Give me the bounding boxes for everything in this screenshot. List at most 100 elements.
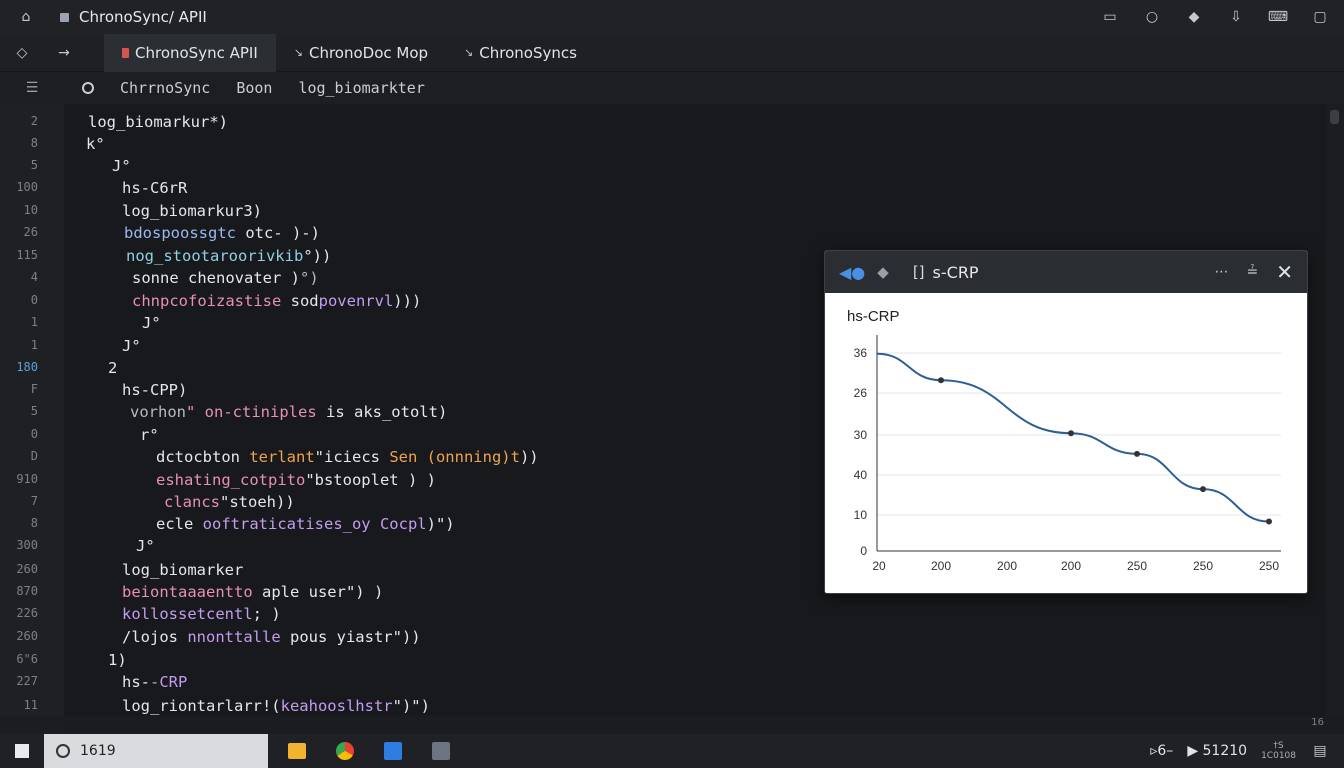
breadcrumb: ☰ ChrrnoSync Boon log_biomarkter: [0, 72, 1344, 104]
code-token: sod: [281, 292, 319, 310]
window-icon[interactable]: ▢: [1310, 7, 1330, 27]
tab-chronodoc-map[interactable]: ↘ ChronoDoc Mop: [276, 34, 446, 72]
code-line: 2: [108, 358, 117, 378]
circle-icon[interactable]: ○: [1142, 7, 1162, 27]
code-token: dctocbton: [156, 448, 250, 466]
code-line: log_biomarker: [122, 560, 243, 580]
line-number: 6"6: [16, 652, 38, 666]
back-arrow-icon[interactable]: ◀●: [839, 263, 865, 282]
y-tick-label: 30: [854, 428, 868, 442]
forward-arrow-icon[interactable]: →: [54, 43, 74, 63]
code-token: keahooslhstr: [280, 697, 393, 715]
data-point: [938, 377, 944, 384]
file-icon: [122, 47, 129, 58]
code-token: J°: [136, 537, 155, 555]
code-line: bdospoossgtc otc- )-): [124, 223, 320, 243]
data-point: [1068, 430, 1074, 437]
line-number: 1: [30, 315, 38, 329]
minimize-icon[interactable]: ≟: [1247, 264, 1259, 280]
code-line: nog_stootaroorivkib°)): [126, 246, 331, 266]
tray-clock[interactable]: ▶ 51210: [1187, 743, 1247, 759]
tab-chronosyncs[interactable]: ↘ ChronoSyncs: [446, 34, 595, 72]
store-app-icon[interactable]: [380, 738, 406, 764]
diamond-icon[interactable]: ◆: [877, 263, 889, 281]
line-number: 5: [30, 158, 38, 172]
scrollbar-thumb[interactable]: [1330, 110, 1339, 124]
x-tick-label: 200: [1061, 559, 1081, 573]
code-line: k°: [86, 134, 105, 154]
menu-icon[interactable]: ☰: [0, 80, 64, 96]
x-tick-label: 250: [1259, 559, 1279, 573]
tray-status[interactable]: ▹6–: [1150, 743, 1173, 759]
taskbar: 1619 ▹6– ▶ 51210 †S 1C0108 ▤: [0, 734, 1344, 768]
tray-date[interactable]: †S 1C0108: [1261, 741, 1296, 761]
y-tick-label: 26: [854, 386, 868, 400]
code-token: vorhon: [130, 403, 186, 421]
chart-title: hs-CRP: [847, 308, 900, 325]
taskbar-search[interactable]: 1619: [44, 734, 268, 768]
code-token: hs-C6rR: [122, 179, 188, 197]
chrome-app-icon[interactable]: [332, 738, 358, 764]
breadcrumb-item[interactable]: Boon: [236, 79, 272, 97]
code-line: hs--CRP: [122, 672, 187, 692]
line-number: 0: [30, 293, 38, 307]
code-token: )"): [426, 515, 455, 533]
start-button[interactable]: [0, 744, 44, 758]
code-line: vorhon" on-ctiniples is aks_otolt): [130, 402, 447, 422]
x-tick-label: 20: [872, 559, 886, 573]
tab-label: ChronoDoc Mop: [308, 43, 429, 62]
close-icon[interactable]: ✕: [1276, 260, 1293, 284]
code-token: aple user") ): [252, 583, 384, 601]
code-token: nog_stootaroorivkib: [126, 247, 304, 265]
back-icon[interactable]: ◇: [12, 43, 32, 63]
folder-app-icon[interactable]: [284, 738, 310, 764]
vertical-scrollbar[interactable]: [1326, 104, 1344, 716]
code-token: J°: [142, 314, 161, 332]
code-token: J°: [112, 157, 131, 175]
code-token: 1): [108, 651, 127, 669]
comment-icon[interactable]: ⌨: [1268, 7, 1288, 27]
breadcrumb-item[interactable]: log_biomarkter: [298, 79, 424, 97]
y-tick-label: 10: [854, 508, 868, 522]
code-line: J°: [136, 536, 155, 556]
y-tick-label: 36: [854, 346, 868, 360]
code-token: bdospoossgtc: [124, 224, 236, 242]
data-point: [1134, 450, 1140, 457]
code-token: J°: [122, 337, 141, 355]
pin-icon: ↘: [464, 46, 474, 59]
diamond-icon[interactable]: ◆: [1184, 7, 1204, 27]
code-line: hs-CPP): [122, 380, 187, 400]
terminal-app-icon[interactable]: [428, 738, 454, 764]
code-token: beiontaaaentto: [122, 583, 253, 601]
line-number: 1: [30, 338, 38, 352]
code-line: J°: [142, 313, 161, 333]
window-title: ChronoSync/ APII: [60, 8, 207, 26]
line-number: 4: [30, 270, 38, 284]
line-number: 2: [30, 114, 38, 128]
horizontal-scrollbar[interactable]: 16: [64, 716, 1344, 734]
home-icon[interactable]: ⌂: [16, 7, 36, 27]
hs-crp-chart: hs-CRP 0 10 40 30 26 36 20 200 200 200 250 250 250: [847, 308, 1281, 573]
download-icon[interactable]: ⇩: [1226, 7, 1246, 27]
code-token: eshating_cotpito: [156, 471, 306, 489]
circle-icon: [82, 82, 94, 94]
window-title-text: ChronoSync/ APII: [79, 8, 207, 26]
more-icon[interactable]: ⋯: [1215, 264, 1229, 280]
x-tick-label: 250: [1193, 559, 1213, 573]
line-number: 870: [16, 584, 38, 598]
notification-icon[interactable]: ▤: [1310, 741, 1330, 761]
code-token: sonne chenovater ): [132, 269, 300, 287]
tab-chronosync-api[interactable]: ChronoSync APII: [104, 33, 276, 72]
popup-bracket: []: [912, 263, 925, 281]
line-number-gutter: 2 8 5 100 10 26 115 4 0 1 1 180 F 5 0 D 910 7 8 300 260 870 22…: [0, 104, 64, 716]
scroll-marker: 16: [1311, 717, 1324, 728]
line-number: 115: [16, 248, 38, 262]
code-line: /lojos nnonttalle pous yiastr")): [122, 627, 421, 647]
minimize-icon[interactable]: ▭: [1100, 7, 1120, 27]
title-bar: ⌂ ChronoSync/ APII ▭ ○ ◆ ⇩ ⌨ ▢: [0, 0, 1344, 34]
code-token: 2: [108, 359, 118, 377]
code-token: °): [299, 269, 319, 287]
search-icon: [56, 744, 70, 758]
breadcrumb-item[interactable]: ChrrnoSync: [120, 79, 210, 97]
code-token: "bstooplet ) ): [305, 471, 436, 489]
